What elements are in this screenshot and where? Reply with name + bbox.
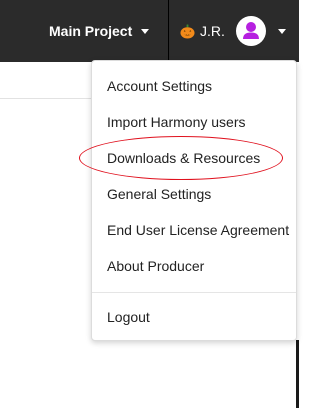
menu-item-import-harmony-users[interactable]: Import Harmony users (92, 104, 296, 140)
highlight-ellipse (79, 136, 283, 180)
user-dropdown-menu: Account Settings Import Harmony users Do… (91, 60, 297, 341)
top-navigation-bar: Main Project J.R. (0, 0, 299, 62)
menu-item-account-settings[interactable]: Account Settings (92, 68, 296, 104)
project-label: Main Project (49, 23, 133, 39)
user-initials: J.R. (200, 23, 225, 39)
menu-item-eula[interactable]: End User License Agreement (92, 212, 296, 248)
menu-divider (92, 292, 296, 293)
menu-item-logout[interactable]: Logout (92, 299, 296, 335)
page-divider (0, 98, 92, 99)
topbar-separator (168, 0, 169, 62)
page-edge (296, 340, 299, 408)
menu-item-general-settings[interactable]: General Settings (92, 176, 296, 212)
pumpkin-icon (180, 24, 195, 39)
chevron-down-icon (278, 29, 286, 34)
chevron-down-icon (141, 29, 149, 34)
project-selector[interactable]: Main Project (49, 0, 159, 62)
user-menu-toggle[interactable]: J.R. (178, 0, 299, 62)
menu-item-about-producer[interactable]: About Producer (92, 248, 296, 284)
user-avatar-icon[interactable] (236, 16, 266, 46)
